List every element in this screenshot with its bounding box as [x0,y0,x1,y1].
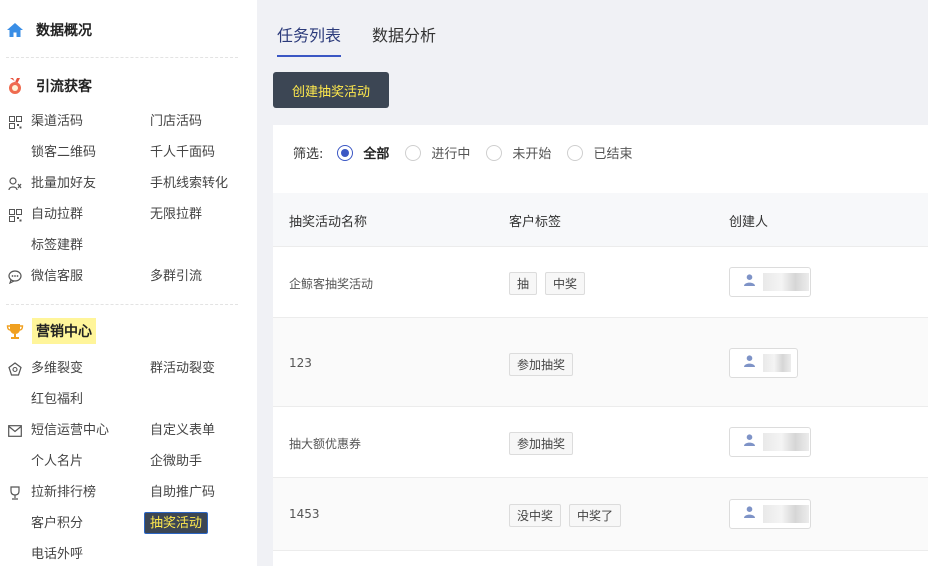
nav-item[interactable]: 群活动裂变 [150,358,215,380]
radio-label: 已结束 [593,147,633,162]
mail-icon [8,424,22,438]
filter-radio-ongoing[interactable]: 进行中 [405,143,470,162]
user-icon [744,506,755,522]
nav-item[interactable]: 多群引流 [150,266,202,288]
nav-item[interactable]: 企微助手 [150,451,202,473]
nav-item-lottery-active[interactable]: 抽奖活动 [144,512,209,534]
customer-tag: 抽 [509,272,538,295]
table-row[interactable]: 抽大额优惠券 参加抽奖 [273,407,928,478]
nav-item[interactable]: 锁客二维码 [31,142,96,164]
fission-icon [8,362,22,376]
add-friend-icon [8,177,22,191]
nav-item[interactable]: 自动拉群 [31,204,83,226]
radio-circle [337,144,354,161]
customer-tag: 参加抽奖 [509,353,574,376]
creator-chip[interactable] [729,348,798,378]
nav-item[interactable]: 手机线索转化 [150,173,228,195]
activity-name: 企鲸客抽奖活动 [289,277,374,291]
create-lottery-button[interactable]: 创建抽奖活动 [273,72,389,108]
customer-tag: 中奖了 [569,504,622,527]
creator-avatar-blurred [763,505,809,523]
tag-group: 参加抽奖 [509,353,574,376]
tag-group: 没中奖 中奖了 [509,504,622,527]
table-row[interactable]: 123 参加抽奖 [273,318,928,407]
tag-group: 抽 中奖 [509,272,586,295]
column-header-creator: 创建人 [729,215,769,230]
table-row[interactable]: 企鲸客抽奖活动 抽 中奖 [273,247,928,318]
customer-tag: 参加抽奖 [509,432,574,455]
tab-data-analysis[interactable]: 数据分析 [372,22,436,57]
tab-bar: 任务列表 数据分析 [277,22,436,57]
nav-item[interactable]: 门店活码 [150,111,202,133]
section-label: 营销中心 [32,318,96,344]
user-icon [744,434,755,450]
creator-avatar-blurred [763,273,809,291]
user-icon [744,355,755,371]
sidebar-section-acquisition[interactable]: 引流获客 [6,73,96,99]
nav-item[interactable]: 自定义表单 [150,420,215,442]
nav-item[interactable]: 短信运营中心 [31,420,109,442]
nav-item[interactable]: 千人千面码 [150,142,215,164]
nav-item[interactable]: 红包福利 [31,389,83,411]
sidebar-section-marketing[interactable]: 营销中心 [6,318,96,344]
list-panel: 筛选: 全部 进行中 未开始 已结束 抽奖活动名称 客户标签 创建人 企鲸客抽奖… [273,125,928,566]
nav-item[interactable]: 无限拉群 [150,204,202,226]
nav-item[interactable]: 个人名片 [31,451,83,473]
chat-icon [8,270,22,284]
nav-item[interactable]: 渠道活码 [31,111,83,133]
radio-circle [567,144,584,161]
creator-chip[interactable] [729,499,811,529]
section-label: 引流获客 [36,79,92,95]
activity-name: 1453 [289,507,320,521]
column-header-name: 抽奖活动名称 [289,215,368,230]
table-header: 抽奖活动名称 客户标签 创建人 [273,193,928,247]
cup-icon [8,486,22,500]
divider [6,304,238,305]
filter-radio-all[interactable]: 全部 [337,143,389,162]
qrcode-icon [8,208,22,222]
tag-group: 参加抽奖 [509,432,574,455]
nav-item[interactable]: 拉新排行榜 [31,482,96,504]
filter-bar: 筛选: 全部 进行中 未开始 已结束 [293,143,648,162]
radio-label: 全部 [363,147,390,162]
creator-avatar-blurred [763,354,791,372]
qrcode-icon [8,115,22,129]
nav-item[interactable]: 客户积分 [31,513,83,535]
medal-icon [6,77,24,95]
filter-radio-ended[interactable]: 已结束 [567,143,632,162]
radio-label: 进行中 [431,147,471,162]
nav-item[interactable]: 标签建群 [31,235,83,257]
nav-item[interactable]: 批量加好友 [31,173,96,195]
divider [6,57,238,58]
nav-item[interactable]: 自助推广码 [150,482,215,504]
creator-chip[interactable] [729,267,811,297]
home-icon [6,21,24,39]
sidebar-section-overview[interactable]: 数据概况 [6,17,96,43]
radio-label: 未开始 [512,147,552,162]
creator-chip[interactable] [729,427,811,457]
nav-item[interactable]: 电话外呼 [31,544,83,566]
main-content: 任务列表 数据分析 创建抽奖活动 筛选: 全部 进行中 未开始 已结束 抽奖活动… [257,0,928,566]
nav-item[interactable]: 多维裂变 [31,358,83,380]
customer-tag: 没中奖 [509,504,562,527]
tab-task-list[interactable]: 任务列表 [277,22,342,57]
customer-tag: 中奖 [545,272,586,295]
radio-circle [486,144,503,161]
user-icon [744,274,755,290]
table-row[interactable]: 1453 没中奖 中奖了 [273,478,928,551]
creator-avatar-blurred [763,433,809,451]
filter-label: 筛选: [293,147,324,162]
section-label: 数据概况 [36,23,92,39]
activity-name: 抽大额优惠券 [289,437,362,451]
activity-name: 123 [289,356,312,370]
filter-radio-not-started[interactable]: 未开始 [486,143,551,162]
trophy-icon [6,322,24,340]
radio-circle [405,144,422,161]
nav-item[interactable]: 微信客服 [31,266,83,288]
sidebar: 数据概况 引流获客 渠道活码 门店活码 锁客二维码 千人千面码 批量加好友 手机… [0,0,257,566]
column-header-tags: 客户标签 [509,215,562,230]
